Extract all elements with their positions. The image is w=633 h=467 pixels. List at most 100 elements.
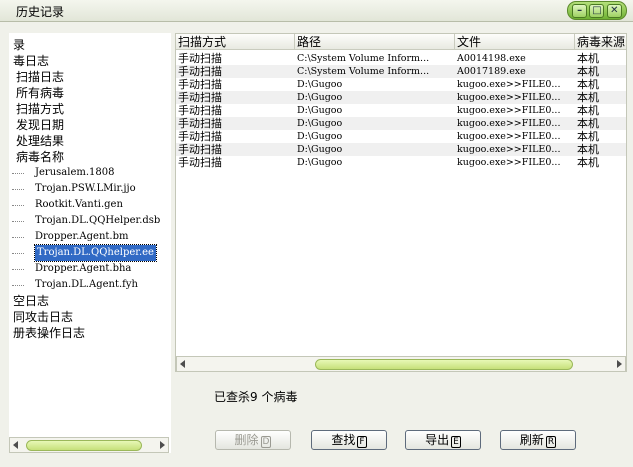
delete-button[interactable]: 删除 D bbox=[215, 430, 291, 450]
log-tree-pane: 录毒日志 扫描日志 所有病毒 扫描方式 发现日期 处理结果 病毒名称 Jerusalem.18… bbox=[9, 33, 171, 467]
tree-connector bbox=[12, 173, 24, 174]
close-button[interactable]: ✕ bbox=[606, 3, 622, 18]
window-title: 历史记录 bbox=[16, 5, 65, 19]
cell-file: kugoo.exe>>FILE0... bbox=[457, 118, 561, 129]
table-row[interactable]: 手动扫描 D:\Gugoo kugoo.exe>>FILE0... 本机 bbox=[176, 143, 626, 156]
cell-file: kugoo.exe>>FILE0... bbox=[457, 131, 561, 142]
cell-source: 本机 bbox=[577, 78, 599, 91]
table-row[interactable]: 手动扫描 D:\Gugoo kugoo.exe>>FILE0... 本机 bbox=[176, 78, 626, 91]
window-body: 录毒日志 扫描日志 所有病毒 扫描方式 发现日期 处理结果 病毒名称 Jerusalem.18… bbox=[0, 22, 633, 467]
cell-file: kugoo.exe>>FILE0... bbox=[457, 157, 561, 168]
cell-source: 本机 bbox=[577, 91, 599, 104]
cell-scan-method: 手动扫描 bbox=[178, 91, 222, 104]
tree-item[interactable]: 同攻击日志 bbox=[13, 309, 73, 325]
tree-item[interactable]: Dropper.Agent.bha bbox=[35, 261, 131, 277]
tree-connector bbox=[12, 269, 24, 270]
tree-item[interactable]: Rootkit.Vanti.gen bbox=[35, 197, 123, 213]
tree-item[interactable]: Trojan.PSW.LMir.jjo bbox=[35, 181, 136, 197]
cell-source: 本机 bbox=[577, 117, 599, 130]
find-button[interactable]: 查找 F bbox=[311, 430, 387, 450]
table-row[interactable]: 手动扫描 C:\System Volume Inform... A0017189.e… bbox=[176, 65, 626, 78]
maximize-button[interactable]: □ bbox=[589, 3, 605, 18]
tree-item[interactable]: 录 bbox=[13, 37, 25, 53]
tree-item[interactable]: 空日志 bbox=[13, 293, 49, 309]
cell-source: 本机 bbox=[577, 156, 599, 169]
tree-item[interactable]: 处理结果 bbox=[16, 133, 64, 149]
column-header-file[interactable]: 文件 bbox=[455, 34, 575, 50]
tree-item[interactable]: Dropper.Agent.bm bbox=[35, 229, 128, 245]
cell-source: 本机 bbox=[577, 52, 599, 65]
cell-path: D:\Gugoo bbox=[297, 131, 343, 142]
tree-item[interactable]: 所有病毒 bbox=[16, 85, 64, 101]
table-row[interactable]: 手动扫描 D:\Gugoo kugoo.exe>>FILE0... 本机 bbox=[176, 156, 626, 169]
cell-path: D:\Gugoo bbox=[297, 157, 343, 168]
tree-item[interactable]: 扫描方式 bbox=[16, 101, 64, 117]
tree-item[interactable]: 扫描日志 bbox=[16, 69, 64, 85]
tree-horizontal-scrollbar[interactable] bbox=[9, 437, 169, 453]
refresh-button-label: 刷新 bbox=[519, 433, 544, 447]
title-bar: 历史记录 – □ ✕ bbox=[0, 0, 633, 22]
cell-file: A0017189.exe bbox=[457, 66, 526, 77]
tree-item[interactable]: 毒日志 bbox=[13, 53, 49, 69]
table-row[interactable]: 手动扫描 D:\Gugoo kugoo.exe>>FILE0... 本机 bbox=[176, 130, 626, 143]
minimize-button[interactable]: – bbox=[572, 3, 588, 18]
scroll-left-arrow-icon[interactable] bbox=[13, 441, 18, 449]
cell-path: D:\Gugoo bbox=[297, 144, 343, 155]
cell-file: kugoo.exe>>FILE0... bbox=[457, 105, 561, 116]
cell-scan-method: 手动扫描 bbox=[178, 65, 222, 78]
column-header-scan-method[interactable]: 扫描方式 bbox=[176, 34, 295, 50]
delete-button-label: 删除 bbox=[234, 433, 259, 447]
cell-source: 本机 bbox=[577, 143, 599, 156]
export-button-label: 导出 bbox=[425, 433, 450, 447]
table-row[interactable]: 手动扫描 C:\System Volume Inform... A0014198.e… bbox=[176, 52, 626, 65]
cell-path: D:\Gugoo bbox=[297, 105, 343, 116]
cell-source: 本机 bbox=[577, 65, 599, 78]
export-shortcut: E bbox=[451, 436, 461, 448]
tree-connector bbox=[12, 189, 24, 190]
tree-item[interactable]: 发现日期 bbox=[16, 117, 64, 133]
cell-file: A0014198.exe bbox=[457, 53, 526, 64]
tree-item[interactable]: Trojan.DL.QQHelper.dsb bbox=[35, 213, 160, 229]
scroll-thumb[interactable] bbox=[315, 359, 573, 370]
delete-shortcut: D bbox=[260, 436, 272, 448]
table-row[interactable]: 手动扫描 D:\Gugoo kugoo.exe>>FILE0... 本机 bbox=[176, 117, 626, 130]
cell-source: 本机 bbox=[577, 104, 599, 117]
export-button[interactable]: 导出 E bbox=[405, 430, 481, 450]
refresh-button[interactable]: 刷新 R bbox=[500, 430, 576, 450]
cell-scan-method: 手动扫描 bbox=[178, 143, 222, 156]
scroll-right-arrow-icon[interactable] bbox=[617, 360, 622, 368]
cell-scan-method: 手动扫描 bbox=[178, 130, 222, 143]
tree-item-selected[interactable]: Trojan.DL.QQhelper.ee bbox=[34, 244, 157, 262]
table-row[interactable]: 手动扫描 D:\Gugoo kugoo.exe>>FILE0... 本机 bbox=[176, 91, 626, 104]
cell-path: D:\Gugoo bbox=[297, 79, 343, 90]
log-tree[interactable]: 录毒日志 扫描日志 所有病毒 扫描方式 发现日期 处理结果 病毒名称 Jerusalem.18… bbox=[9, 33, 171, 453]
status-text: 已查杀9 个病毒 bbox=[214, 390, 298, 404]
find-button-label: 查找 bbox=[331, 433, 356, 447]
tree-connector bbox=[12, 237, 24, 238]
grid-header: 扫描方式 路径 文件 病毒来源 bbox=[176, 34, 626, 50]
refresh-shortcut: R bbox=[545, 436, 557, 448]
tree-item[interactable]: Trojan.DL.Agent.fyh bbox=[35, 277, 138, 293]
table-row[interactable]: 手动扫描 D:\Gugoo kugoo.exe>>FILE0... 本机 bbox=[176, 104, 626, 117]
cell-scan-method: 手动扫描 bbox=[178, 78, 222, 91]
column-header-path[interactable]: 路径 bbox=[295, 34, 455, 50]
scroll-thumb[interactable] bbox=[26, 440, 142, 451]
cell-scan-method: 手动扫描 bbox=[178, 156, 222, 169]
cell-file: kugoo.exe>>FILE0... bbox=[457, 92, 561, 103]
column-header-source[interactable]: 病毒来源 bbox=[575, 34, 626, 50]
cell-scan-method: 手动扫描 bbox=[178, 104, 222, 117]
scroll-right-arrow-icon[interactable] bbox=[160, 441, 165, 449]
results-grid[interactable]: 扫描方式 路径 文件 病毒来源 手动扫描 C:\System Volume Inf… bbox=[175, 33, 627, 372]
tree-item[interactable]: 病毒名称 bbox=[16, 149, 64, 165]
grid-horizontal-scrollbar[interactable] bbox=[176, 356, 626, 371]
cell-path: C:\System Volume Inform... bbox=[297, 53, 430, 64]
cell-path: D:\Gugoo bbox=[297, 118, 343, 129]
cell-scan-method: 手动扫描 bbox=[178, 52, 222, 65]
cell-scan-method: 手动扫描 bbox=[178, 117, 222, 130]
tree-connector bbox=[12, 285, 24, 286]
scroll-left-arrow-icon[interactable] bbox=[180, 360, 185, 368]
find-shortcut: F bbox=[357, 436, 367, 448]
window-controls: – □ ✕ bbox=[567, 1, 627, 20]
tree-item[interactable]: Jerusalem.1808 bbox=[35, 165, 114, 181]
tree-item[interactable]: 册表操作日志 bbox=[13, 325, 85, 341]
